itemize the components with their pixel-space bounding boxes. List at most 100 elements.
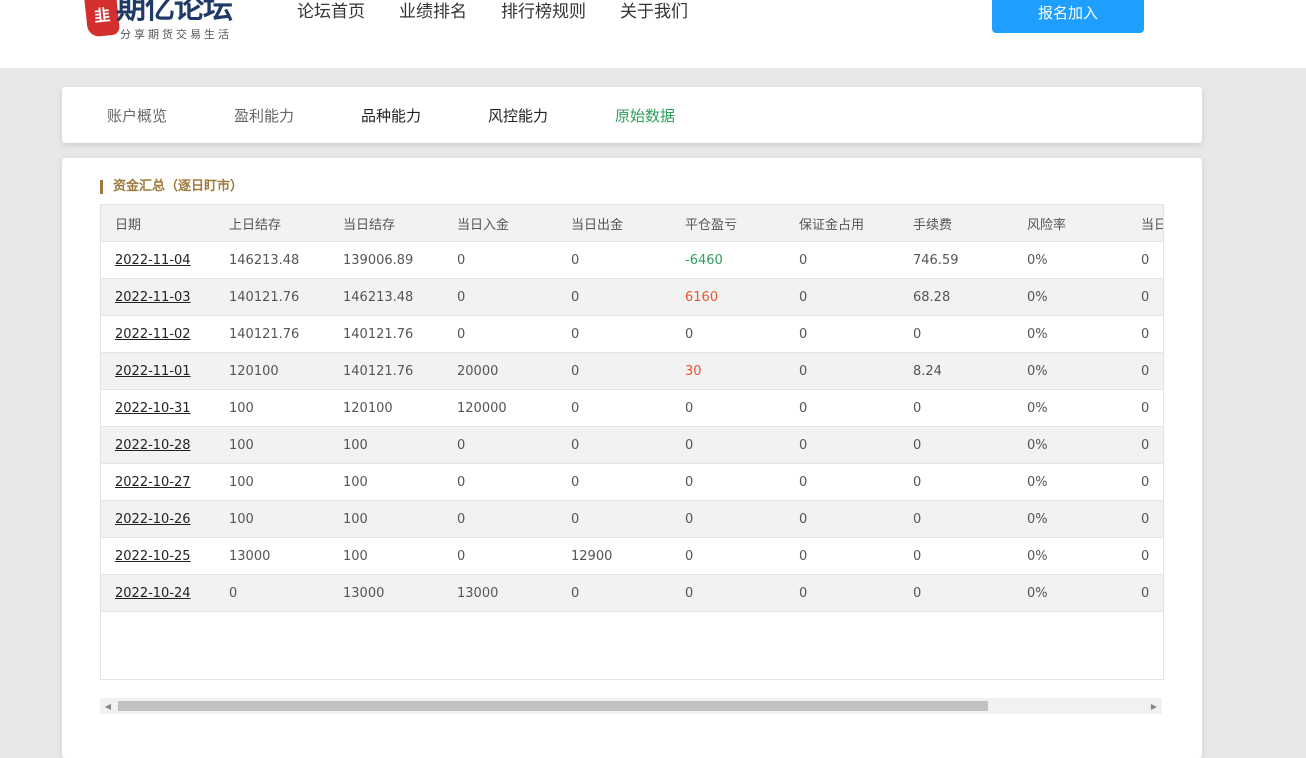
table-row: 2022-10-24 0 13000 13000 0 0 0 0 0% 0	[101, 574, 1163, 612]
table-cell: 0	[443, 426, 557, 464]
table-cell: 0	[671, 389, 785, 427]
table-cell: 140121.76	[329, 352, 443, 390]
table-cell: 0	[785, 537, 899, 575]
tab-profitability[interactable]: 盈利能力	[234, 105, 294, 126]
top-header: 韭 期亿论坛 分享期货交易生活 论坛首页 业绩排名 排行榜规则 关于我们 报名加…	[0, 0, 1306, 68]
table-cell: 20000	[443, 352, 557, 390]
table-cell: 0	[899, 426, 1013, 464]
table-cell: 0	[1127, 463, 1163, 501]
table-cell: 0	[785, 574, 899, 612]
nav-about[interactable]: 关于我们	[620, 0, 688, 26]
nav-home[interactable]: 论坛首页	[297, 0, 365, 26]
table-cell: 100	[329, 426, 443, 464]
table-row: 2022-10-31 100 120100 120000 0 0 0 0 0% 0	[101, 389, 1163, 427]
date-link[interactable]: 2022-10-31	[101, 389, 215, 427]
table-cell: 0%	[1013, 241, 1127, 279]
table-cell: 0	[557, 500, 671, 538]
scrollbar-thumb[interactable]	[118, 701, 988, 711]
date-link[interactable]: 2022-10-24	[101, 574, 215, 612]
table-cell: 146213.48	[329, 278, 443, 316]
table-row: 2022-11-01 120100 140121.76 20000 0 30 0 8.24 0%…	[101, 352, 1163, 390]
table-row: 2022-11-04 146213.48 139006.89 0 0 -6460 0 746.…	[101, 241, 1163, 279]
table-cell: 0	[443, 500, 557, 538]
table-row: 2022-10-26 100 100 0 0 0 0 0 0% 0	[101, 500, 1163, 538]
table-cell: 0	[671, 537, 785, 575]
table-cell: 0	[785, 426, 899, 464]
nav-ranking[interactable]: 业绩排名	[399, 0, 467, 26]
table-cell: 120000	[443, 389, 557, 427]
table-cell: 0%	[1013, 389, 1127, 427]
site-logo[interactable]: 韭 期亿论坛 分享期货交易生活	[83, 0, 256, 44]
table-header-row: 日期上日结存当日结存当日入金当日出金平仓盈亏保证金占用手续费风险率当日	[101, 205, 1163, 242]
tab-bar: 账户概览 盈利能力 品种能力 风控能力 原始数据	[62, 87, 1202, 143]
funds-summary-table: 日期上日结存当日结存当日入金当日出金平仓盈亏保证金占用手续费风险率当日 2022…	[101, 205, 1163, 612]
table-cell: 0	[1127, 426, 1163, 464]
table-cell: 0	[785, 500, 899, 538]
table-cell: 139006.89	[329, 241, 443, 279]
table-cell: 0	[557, 389, 671, 427]
date-link[interactable]: 2022-11-01	[101, 352, 215, 390]
table-cell: 140121.76	[215, 278, 329, 316]
table-cell: 0	[443, 241, 557, 279]
table-cell: 0	[1127, 315, 1163, 353]
date-link[interactable]: 2022-10-27	[101, 463, 215, 501]
table-cell: 0	[899, 389, 1013, 427]
table-cell: 30	[671, 352, 785, 390]
table-row: 2022-11-02 140121.76 140121.76 0 0 0 0 0 0% 0	[101, 315, 1163, 353]
table-cell: 0%	[1013, 500, 1127, 538]
date-link[interactable]: 2022-10-28	[101, 426, 215, 464]
table-cell: 0	[785, 278, 899, 316]
table-cell: 0%	[1013, 426, 1127, 464]
column-header: 当日	[1127, 205, 1163, 242]
table-row: 2022-10-27 100 100 0 0 0 0 0 0% 0	[101, 463, 1163, 501]
table-cell: 0	[1127, 500, 1163, 538]
table-cell: -6460	[671, 241, 785, 279]
funds-table-container[interactable]: 日期上日结存当日结存当日入金当日出金平仓盈亏保证金占用手续费风险率当日 2022…	[100, 204, 1164, 680]
date-link[interactable]: 2022-11-03	[101, 278, 215, 316]
column-header: 当日入金	[443, 205, 557, 242]
date-link[interactable]: 2022-10-26	[101, 500, 215, 538]
table-cell: 0%	[1013, 574, 1127, 612]
table-cell: 8.24	[899, 352, 1013, 390]
table-cell: 146213.48	[215, 241, 329, 279]
table-cell: 0	[1127, 352, 1163, 390]
table-cell: 12900	[557, 537, 671, 575]
table-cell: 0	[785, 463, 899, 501]
table-cell: 13000	[215, 537, 329, 575]
table-cell: 0	[557, 463, 671, 501]
table-cell: 100	[329, 500, 443, 538]
table-cell: 0	[671, 426, 785, 464]
date-link[interactable]: 2022-10-25	[101, 537, 215, 575]
tab-account-overview[interactable]: 账户概览	[107, 105, 167, 126]
tab-raw-data[interactable]: 原始数据	[615, 105, 675, 126]
table-cell: 6160	[671, 278, 785, 316]
logo-slogan: 分享期货交易生活	[120, 28, 232, 41]
table-cell: 0%	[1013, 352, 1127, 390]
column-header: 平仓盈亏	[671, 205, 785, 242]
column-header: 当日结存	[329, 205, 443, 242]
join-button[interactable]: 报名加入	[992, 0, 1144, 33]
table-cell: 100	[215, 500, 329, 538]
table-row: 2022-10-25 13000 100 0 12900 0 0 0 0% 0	[101, 537, 1163, 575]
table-cell: 0	[557, 315, 671, 353]
tab-risk-control[interactable]: 风控能力	[488, 105, 548, 126]
date-link[interactable]: 2022-11-04	[101, 241, 215, 279]
table-row: 2022-11-03 140121.76 146213.48 0 0 6160 0 68.28…	[101, 278, 1163, 316]
table-cell: 746.59	[899, 241, 1013, 279]
table-cell: 0	[443, 537, 557, 575]
table-cell: 0	[899, 463, 1013, 501]
table-cell: 0%	[1013, 278, 1127, 316]
table-cell: 0	[671, 463, 785, 501]
column-header: 上日结存	[215, 205, 329, 242]
column-header: 手续费	[899, 205, 1013, 242]
table-cell: 0	[671, 500, 785, 538]
date-link[interactable]: 2022-11-02	[101, 315, 215, 353]
nav-rules[interactable]: 排行榜规则	[501, 0, 586, 26]
tab-product-ability[interactable]: 品种能力	[361, 105, 421, 126]
logo-seal-icon: 韭	[83, 0, 121, 38]
table-cell: 140121.76	[329, 315, 443, 353]
table-cell: 0	[785, 315, 899, 353]
table-cell: 0	[557, 574, 671, 612]
table-cell: 0	[899, 537, 1013, 575]
table-cell: 0	[1127, 574, 1163, 612]
